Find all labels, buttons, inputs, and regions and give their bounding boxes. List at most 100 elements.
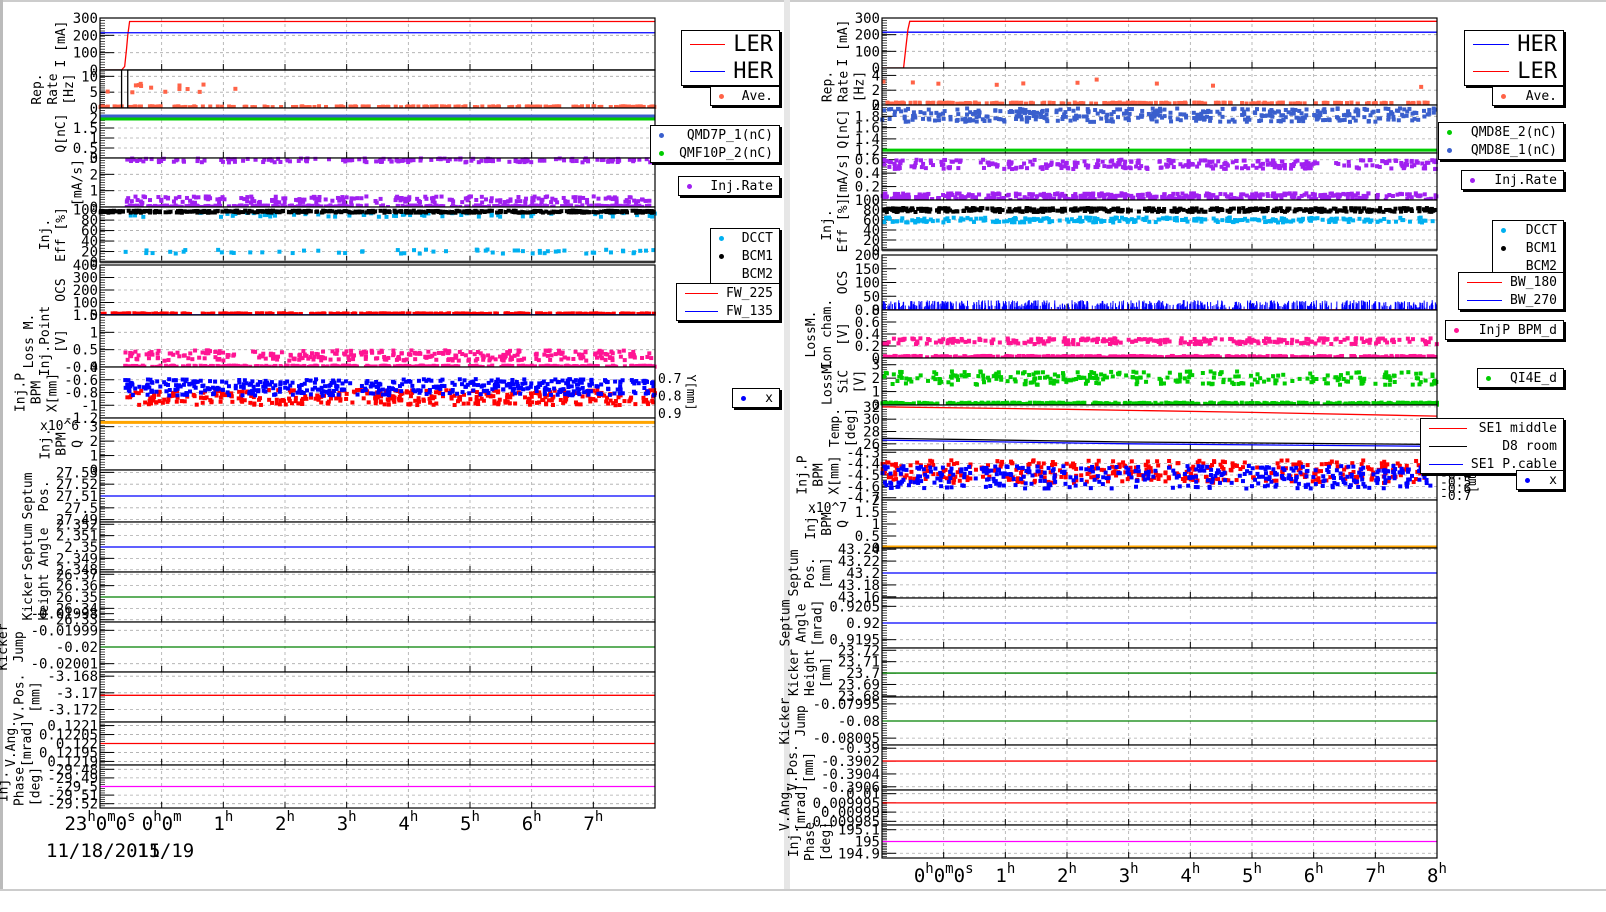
panel-3: 0123[mA/s] (71, 151, 656, 216)
data-point (290, 251, 295, 256)
data-point (512, 248, 517, 253)
data-point (998, 109, 1003, 114)
data-point (175, 350, 180, 355)
data-point (399, 196, 404, 201)
data-point (965, 106, 970, 111)
data-point (1366, 118, 1371, 123)
data-point (162, 380, 167, 385)
data-point (912, 165, 917, 170)
data-point (136, 391, 141, 396)
data-point (474, 197, 479, 202)
data-point (1278, 118, 1283, 123)
data-point (936, 118, 941, 123)
data-point (645, 354, 650, 359)
data-point (417, 210, 422, 215)
data-point (287, 396, 292, 401)
data-point (432, 351, 437, 356)
y-axis-label: I [mA] (54, 21, 69, 68)
data-point (239, 398, 244, 403)
data-point (1304, 107, 1309, 112)
data-point (1162, 107, 1167, 112)
y-axis-label: Inj. (0, 771, 12, 802)
data-point (489, 213, 494, 218)
data-point (485, 247, 490, 252)
data-point (297, 353, 302, 358)
data-point (323, 384, 328, 389)
panel-14: 0.12190.121950.1220.122050.1221V.Ang. [mr… (4, 719, 656, 770)
data-point (365, 391, 370, 396)
data-point (977, 110, 982, 115)
data-point (632, 250, 637, 255)
plot-area (100, 672, 655, 722)
data-point (622, 358, 627, 363)
data-point (476, 398, 481, 403)
data-point (1064, 160, 1069, 165)
data-point (636, 209, 641, 214)
data-point (1109, 112, 1114, 117)
data-point (1416, 100, 1421, 105)
data-point (445, 350, 450, 355)
panel-15: -29.52-29.51-29.5-29.49-29.48Inj. Phase [d… (0, 762, 656, 813)
data-point (1402, 165, 1407, 170)
data-point (365, 379, 370, 384)
data-point (1075, 80, 1080, 85)
data-point (510, 377, 515, 382)
data-point (515, 352, 520, 357)
data-point (1085, 118, 1090, 123)
data-point (604, 399, 609, 404)
data-point (618, 384, 623, 389)
data-point (480, 383, 485, 388)
data-point (436, 350, 441, 355)
data-point (138, 199, 143, 204)
data-point (526, 398, 531, 403)
data-point (226, 160, 231, 165)
data-point (167, 393, 172, 398)
data-point (220, 209, 225, 214)
plot-area (100, 70, 655, 108)
data-point (302, 381, 307, 386)
data-point (312, 196, 317, 201)
data-point (149, 350, 154, 355)
panel-4: 020406080100Inj. Eff [%] (38, 203, 657, 271)
data-point (1232, 106, 1237, 111)
data-point (183, 248, 188, 253)
data-point (603, 196, 608, 201)
data-point (626, 199, 631, 204)
data-point (486, 391, 491, 396)
data-point (376, 214, 381, 219)
data-point (191, 392, 196, 397)
data-point (288, 353, 293, 358)
data-point (283, 385, 288, 390)
data-point (1122, 165, 1127, 170)
data-point (173, 387, 178, 392)
data-point (166, 358, 171, 363)
data-point (359, 196, 364, 201)
data-point (390, 379, 395, 384)
data-point (630, 208, 635, 213)
data-point (1018, 106, 1023, 111)
data-point (123, 249, 128, 254)
data-point (336, 392, 341, 397)
data-point (954, 118, 959, 123)
data-point (328, 208, 333, 213)
data-point (507, 159, 512, 164)
data-point (409, 348, 414, 353)
data-point (463, 160, 468, 165)
y-tick-label: 100 (73, 46, 98, 62)
data-point (553, 352, 558, 357)
data-point (220, 387, 225, 392)
data-point (996, 117, 1001, 122)
data-point (297, 197, 302, 202)
data-point (498, 198, 503, 203)
data-point (343, 251, 348, 256)
data-point (455, 391, 460, 396)
data-point (1084, 114, 1089, 119)
data-point (178, 210, 183, 215)
data-point (621, 348, 626, 353)
data-point (1234, 165, 1239, 170)
data-point (207, 387, 212, 392)
data-point (611, 401, 616, 406)
data-point (496, 389, 501, 394)
data-point (433, 384, 438, 389)
data-point (133, 194, 138, 199)
